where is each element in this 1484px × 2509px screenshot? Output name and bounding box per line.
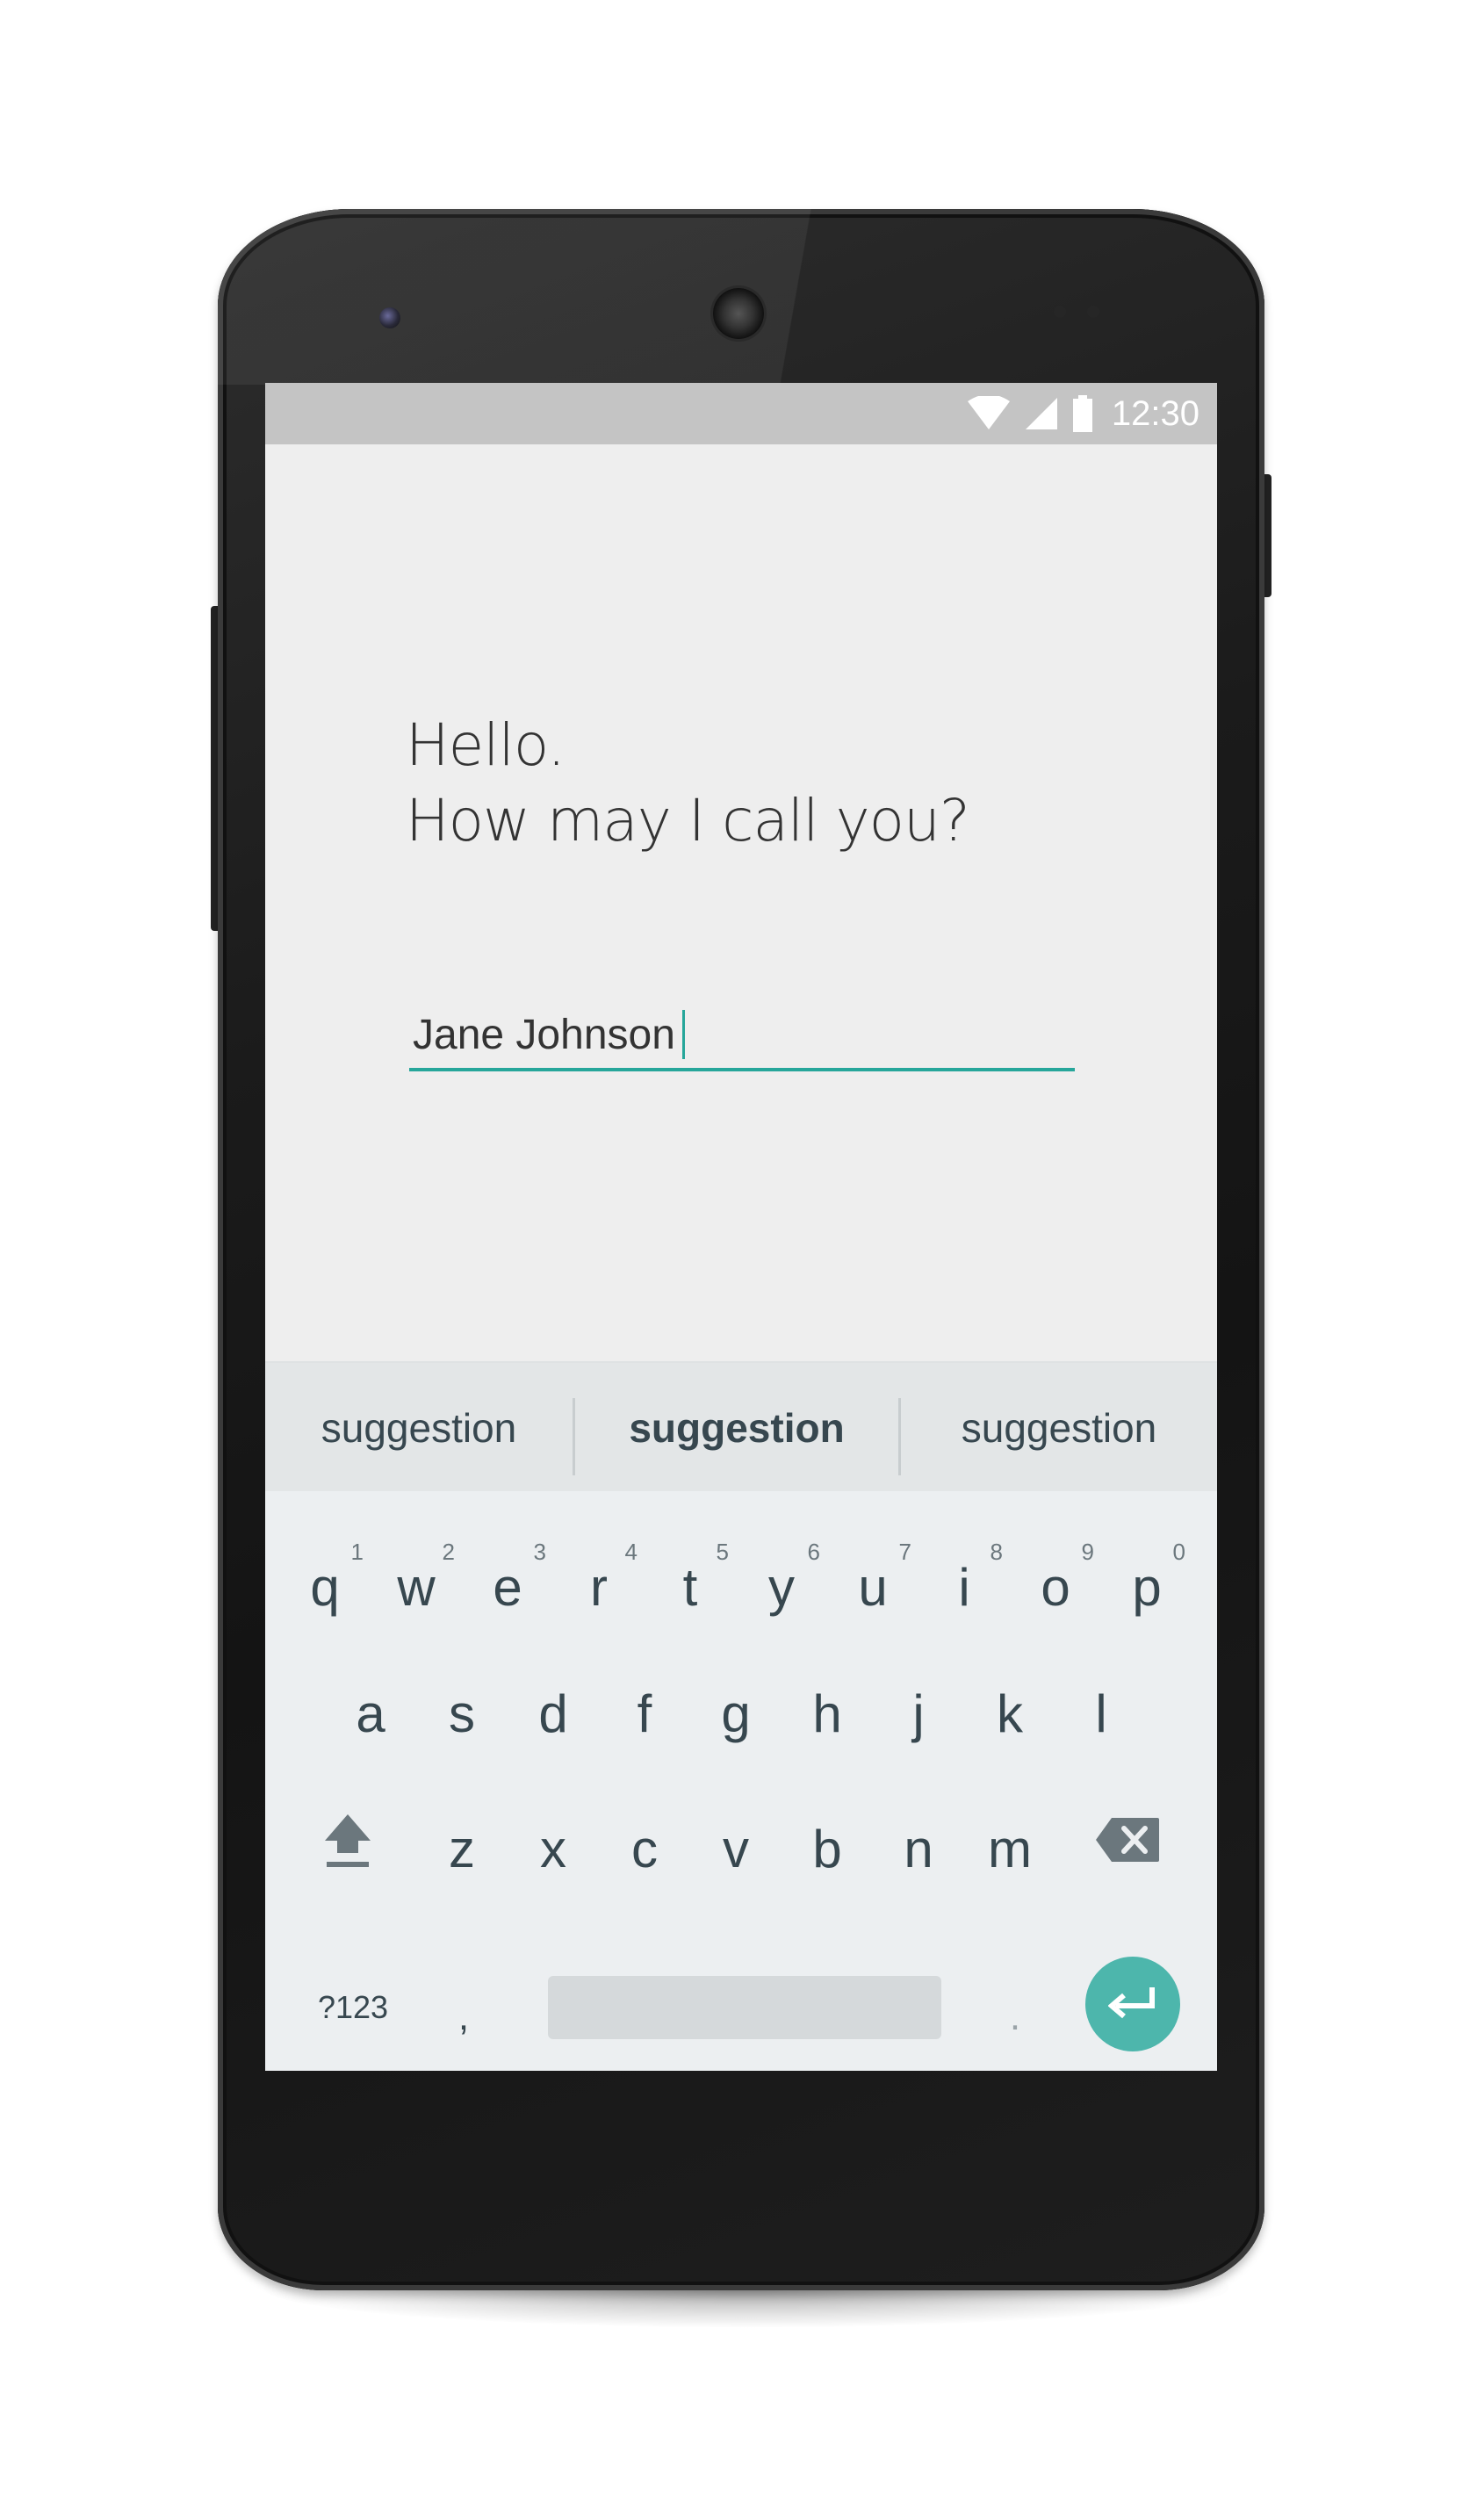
- key-letter: h: [812, 1683, 842, 1743]
- key-letter: i: [958, 1557, 970, 1617]
- key-letter: x: [540, 1819, 566, 1878]
- status-icons: 12:30: [966, 383, 1199, 444]
- key-letter: n: [904, 1819, 933, 1878]
- key-hint: 7: [898, 1539, 911, 1565]
- key-r[interactable]: r4: [555, 1521, 643, 1635]
- key-hint: 5: [716, 1539, 729, 1565]
- key-g[interactable]: g: [692, 1647, 780, 1762]
- key-b[interactable]: b: [783, 1783, 871, 1897]
- key-letter: y: [768, 1557, 795, 1617]
- status-time: 12:30: [1111, 393, 1199, 433]
- cellular-signal-icon: [1025, 398, 1057, 429]
- key-v[interactable]: v: [692, 1783, 780, 1897]
- suggestion-left[interactable]: suggestion: [265, 1363, 573, 1493]
- spacebar[interactable]: [548, 1976, 941, 2039]
- key-x[interactable]: x: [509, 1783, 597, 1897]
- key-i[interactable]: i8: [920, 1521, 1008, 1635]
- name-input-value-wrap: Jane Johnson: [413, 1010, 685, 1059]
- key-hint: 3: [533, 1539, 546, 1565]
- key-letter: z: [449, 1819, 475, 1878]
- key-letter: f: [637, 1683, 652, 1743]
- key-letter: e: [493, 1557, 522, 1617]
- key-letter: t: [682, 1557, 698, 1617]
- key-letter: r: [590, 1557, 608, 1617]
- key-letter: a: [356, 1683, 385, 1743]
- greeting-line-1: Hello.: [406, 711, 566, 779]
- light-sensor: [1087, 306, 1099, 318]
- key-a[interactable]: a: [327, 1647, 414, 1762]
- key-letter: d: [538, 1683, 568, 1743]
- key-j[interactable]: j: [875, 1647, 962, 1762]
- key-hint: 6: [807, 1539, 820, 1565]
- key-letter: g: [721, 1683, 751, 1743]
- key-o[interactable]: o9: [1012, 1521, 1099, 1635]
- key-letter: u: [858, 1557, 888, 1617]
- key-letter: ,: [457, 1995, 470, 2038]
- text-caret: [681, 1010, 685, 1059]
- key-letter: c: [631, 1819, 658, 1878]
- wifi-icon: [967, 396, 1010, 429]
- suggestion-right[interactable]: suggestion: [901, 1363, 1217, 1493]
- shift-arrow-icon: [325, 1814, 371, 1867]
- symbols-key[interactable]: ?123: [300, 1976, 406, 2039]
- keyboard: q1 w2 e3 r4 t5 y6 u7 i8 o9 p0 a s d f g …: [265, 1491, 1217, 2071]
- front-camera: [379, 307, 400, 328]
- period-key[interactable]: .: [971, 1951, 1059, 2066]
- key-letter: m: [988, 1819, 1032, 1878]
- key-k[interactable]: k: [966, 1647, 1054, 1762]
- key-z[interactable]: z: [418, 1783, 506, 1897]
- key-letter: w: [397, 1557, 436, 1617]
- suggestion-center[interactable]: suggestion: [575, 1363, 898, 1493]
- key-c[interactable]: c: [601, 1783, 688, 1897]
- key-m[interactable]: m: [966, 1783, 1054, 1897]
- key-e[interactable]: e3: [464, 1521, 551, 1635]
- key-s[interactable]: s: [418, 1647, 506, 1762]
- key-w[interactable]: w2: [372, 1521, 460, 1635]
- key-hint: 2: [442, 1539, 455, 1565]
- backspace-icon: [1096, 1818, 1159, 1862]
- key-letter: .: [1009, 1995, 1021, 2038]
- greeting-text: Hello. How may I call you?: [406, 708, 970, 859]
- key-letter: q: [310, 1557, 340, 1617]
- key-y[interactable]: y6: [738, 1521, 825, 1635]
- key-letter: v: [723, 1819, 749, 1878]
- screen: 12:30 Hello. How may I call you? Jane Jo…: [265, 383, 1217, 2071]
- proximity-sensor: [1054, 306, 1066, 318]
- key-l[interactable]: l: [1057, 1647, 1145, 1762]
- key-letter: s: [449, 1683, 475, 1743]
- key-letter: p: [1132, 1557, 1162, 1617]
- key-p[interactable]: p0: [1103, 1521, 1191, 1635]
- key-letter: b: [812, 1819, 842, 1878]
- key-letter: l: [1095, 1683, 1107, 1743]
- key-hint: 0: [1172, 1539, 1185, 1565]
- key-hint: 4: [624, 1539, 638, 1565]
- greeting-line-2: How may I call you?: [406, 787, 970, 854]
- key-d[interactable]: d: [509, 1647, 597, 1762]
- key-t[interactable]: t5: [646, 1521, 734, 1635]
- name-input-value: Jane Johnson: [413, 1012, 675, 1058]
- key-hint: 8: [990, 1539, 1003, 1565]
- key-u[interactable]: u7: [829, 1521, 917, 1635]
- key-hint: 9: [1081, 1539, 1094, 1565]
- key-h[interactable]: h: [783, 1647, 871, 1762]
- key-n[interactable]: n: [875, 1783, 962, 1897]
- shift-key[interactable]: [304, 1783, 392, 1897]
- key-letter: k: [997, 1683, 1023, 1743]
- enter-key[interactable]: [1085, 1957, 1180, 2051]
- suggestion-strip: suggestion suggestion suggestion: [265, 1361, 1217, 1493]
- earpiece-speaker: [713, 288, 764, 339]
- key-q[interactable]: q1: [281, 1521, 369, 1635]
- enter-arrow-icon: [1108, 1987, 1155, 2019]
- name-input[interactable]: Jane Johnson: [409, 1006, 1075, 1071]
- backspace-key[interactable]: [1084, 1783, 1171, 1897]
- key-letter: j: [912, 1683, 925, 1743]
- key-letter: o: [1041, 1557, 1070, 1617]
- key-hint: 1: [350, 1539, 364, 1565]
- status-bar: 12:30: [265, 383, 1217, 444]
- battery-icon: [1072, 395, 1092, 432]
- comma-key[interactable]: ,: [420, 1951, 508, 2066]
- key-f[interactable]: f: [601, 1647, 688, 1762]
